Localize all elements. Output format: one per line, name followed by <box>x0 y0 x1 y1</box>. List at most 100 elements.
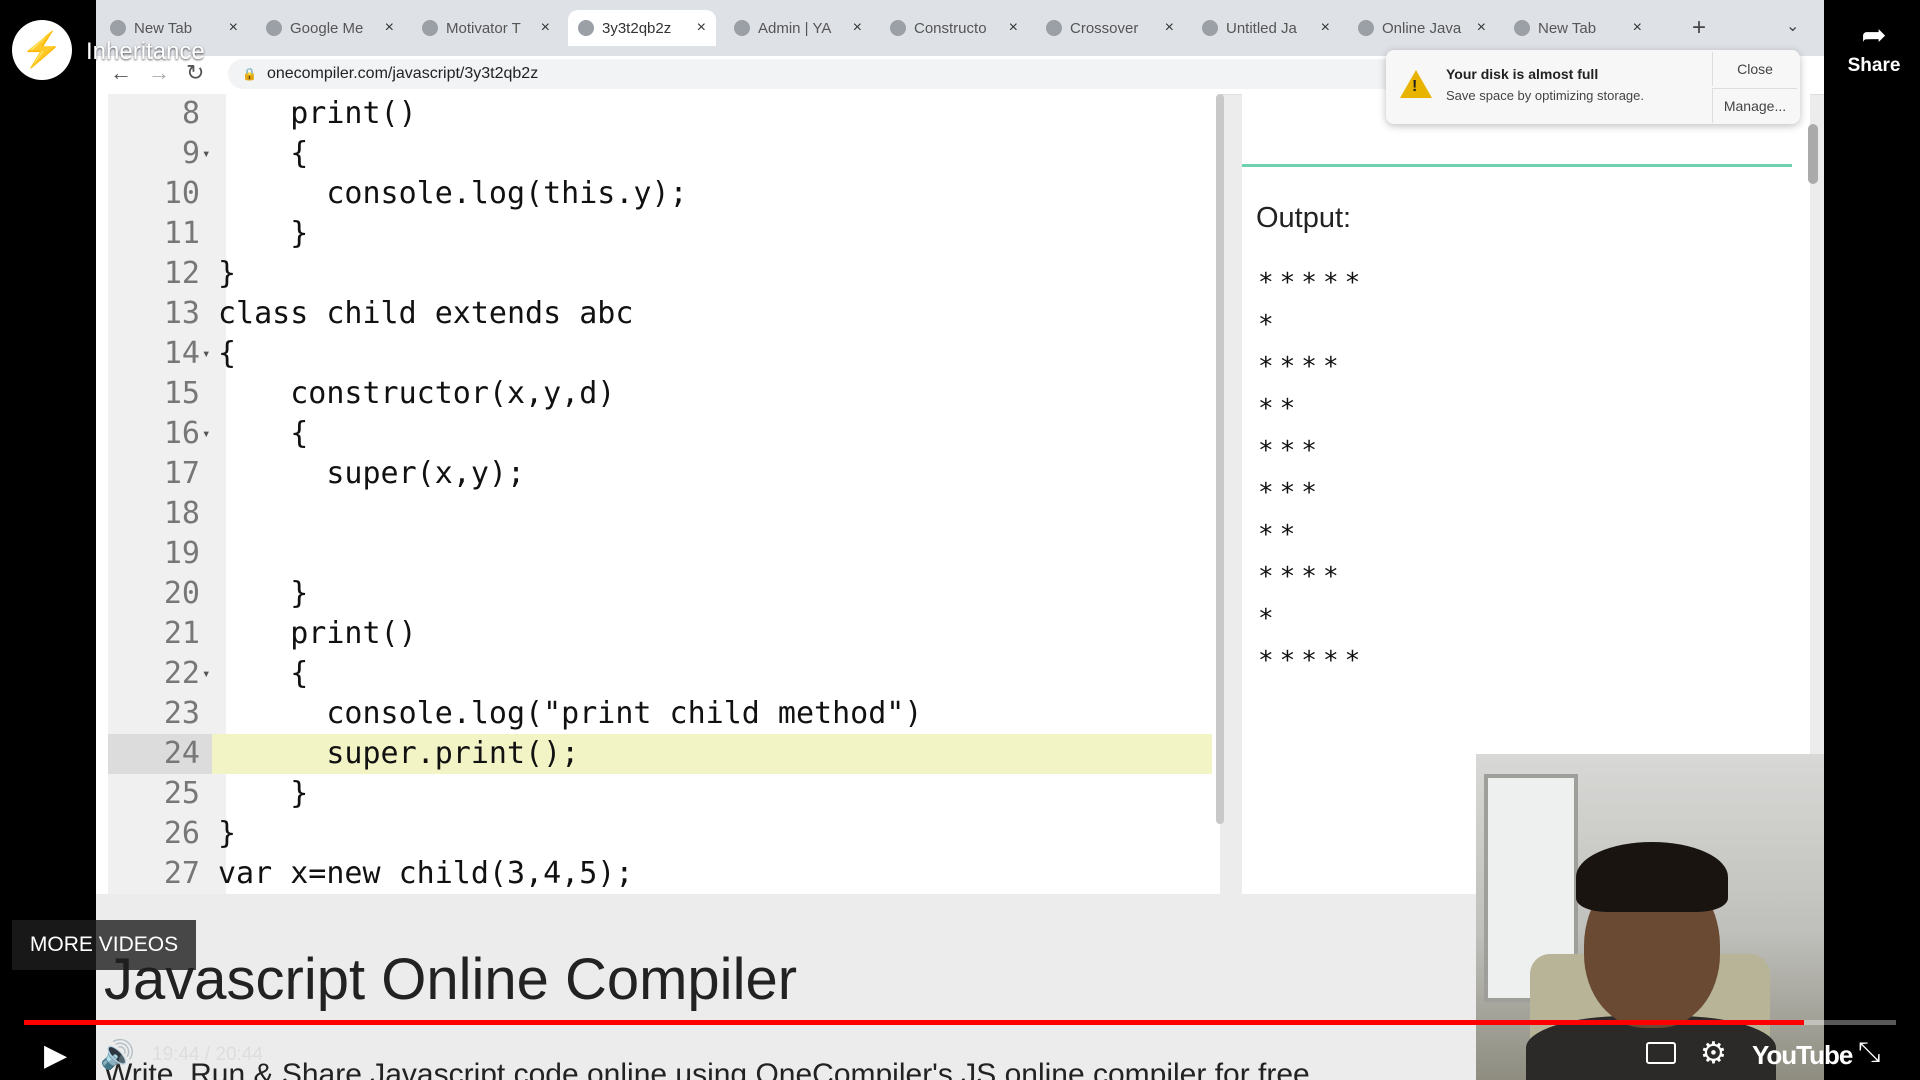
line-number: 23 <box>163 696 200 731</box>
channel-avatar[interactable]: ⚡ <box>12 20 72 80</box>
disk-full-notification: ! Your disk is almost full Save space by… <box>1386 50 1800 124</box>
tab-favicon-icon <box>578 20 594 36</box>
line-number: 10 <box>163 176 200 211</box>
tab-close-icon[interactable]: × <box>1165 19 1174 37</box>
tab-label: New Tab <box>134 19 193 37</box>
code-line[interactable]: 23 console.log("print child method") <box>96 694 1220 734</box>
code-line[interactable]: 13 class child extends abc <box>96 294 1220 334</box>
browser-tab[interactable]: Google Me × <box>256 10 404 46</box>
browser-tab[interactable]: 3y3t2qb2z × <box>568 10 716 46</box>
code-text: super.print(); <box>218 736 580 771</box>
output-line: ** <box>1258 520 1302 550</box>
presenter-hair <box>1576 842 1728 912</box>
browser-tab[interactable]: Online Java × <box>1348 10 1496 46</box>
browser-tab[interactable]: Crossover × <box>1036 10 1184 46</box>
code-line[interactable]: 16 ▾ { <box>96 414 1220 454</box>
more-videos-button[interactable]: MORE VIDEOS <box>12 920 196 970</box>
code-text: { <box>218 136 309 171</box>
settings-gear-icon[interactable]: ⚙ <box>1700 1036 1727 1071</box>
page-heading: Javascript Online Compiler <box>104 947 798 1012</box>
line-number: 22 <box>163 656 200 691</box>
subtitles-icon[interactable] <box>1646 1042 1676 1064</box>
notification-close-button[interactable]: Close <box>1712 52 1797 86</box>
tab-close-icon[interactable]: × <box>229 19 238 37</box>
share-arrow-icon: ➦ <box>1861 19 1887 52</box>
code-line[interactable]: 24 super.print(); <box>96 734 1220 774</box>
browser-tab-strip: + ⌄ New Tab × Google Me × Motivator T × 3y3t2q… <box>96 0 1824 56</box>
volume-icon[interactable]: 🔊 <box>100 1038 135 1071</box>
code-text: } <box>218 816 237 851</box>
code-text: print() <box>218 616 417 651</box>
code-line[interactable]: 17 super(x,y); <box>96 454 1220 494</box>
code-line[interactable]: 8 print() <box>96 94 1220 134</box>
code-line[interactable]: 21 print() <box>96 614 1220 654</box>
play-icon[interactable]: ▶ <box>44 1038 67 1073</box>
line-number: 11 <box>163 216 200 251</box>
code-editor[interactable]: 8 print() 9 ▾ {10 console.log(this.y); 11 }… <box>96 94 1220 894</box>
line-number: 17 <box>163 456 200 491</box>
exit-fullscreen-icon[interactable]: ⤡ <box>1858 1036 1880 1069</box>
code-line[interactable]: 10 console.log(this.y); <box>96 174 1220 214</box>
youtube-logo[interactable]: YouTube <box>1752 1040 1853 1071</box>
code-line[interactable]: 12} <box>96 254 1220 294</box>
video-title[interactable]: Inheritance <box>86 38 205 66</box>
tab-close-icon[interactable]: × <box>1321 19 1330 37</box>
fold-arrow-icon[interactable]: ▾ <box>202 414 210 454</box>
tab-close-icon[interactable]: × <box>1009 19 1018 37</box>
lightning-icon: ⚡ <box>20 31 64 69</box>
tab-close-icon[interactable]: × <box>697 19 706 37</box>
tab-label: Admin | YA <box>758 19 832 37</box>
line-number: 14 <box>163 336 200 371</box>
line-number: 25 <box>163 776 200 811</box>
tab-label: Constructo <box>914 19 987 37</box>
output-divider <box>1242 164 1792 167</box>
fold-arrow-icon[interactable]: ▾ <box>202 654 210 694</box>
code-line[interactable]: 9 ▾ { <box>96 134 1220 174</box>
code-text: } <box>218 216 309 251</box>
tab-favicon-icon <box>266 20 282 36</box>
output-line: ***** <box>1258 268 1367 298</box>
editor-scrollbar[interactable] <box>1216 94 1224 824</box>
progress-bar[interactable] <box>24 1020 1896 1025</box>
code-line[interactable]: 25 } <box>96 774 1220 814</box>
code-line[interactable]: 19 <box>96 534 1220 574</box>
fold-arrow-icon[interactable]: ▾ <box>202 134 210 174</box>
code-line[interactable]: 15 constructor(x,y,d) <box>96 374 1220 414</box>
tab-close-icon[interactable]: × <box>541 19 550 37</box>
code-line[interactable]: 14 ▾{ <box>96 334 1220 374</box>
browser-tab[interactable]: Untitled Ja × <box>1192 10 1340 46</box>
share-button[interactable]: ➦ Share <box>1834 18 1914 77</box>
code-line[interactable]: 26} <box>96 814 1220 854</box>
output-line: * <box>1258 310 1280 340</box>
code-text: constructor(x,y,d) <box>218 376 616 411</box>
url-field[interactable]: 🔒 onecompiler.com/javascript/3y3t2qb2z <box>228 59 1488 89</box>
share-label: Share <box>1847 55 1901 76</box>
tab-close-icon[interactable]: × <box>1477 19 1486 37</box>
code-line[interactable]: 20 } <box>96 574 1220 614</box>
new-tab-button[interactable]: + <box>1692 14 1706 42</box>
output-line: ** <box>1258 394 1302 424</box>
browser-tab[interactable]: Constructo × <box>880 10 1028 46</box>
code-line[interactable]: 18 <box>96 494 1220 534</box>
fold-arrow-icon[interactable]: ▾ <box>202 334 210 374</box>
notification-manage-button[interactable]: Manage... <box>1712 88 1797 123</box>
browser-tab[interactable]: Admin | YA × <box>724 10 872 46</box>
code-line[interactable]: 27 var x=new child(3,4,5); <box>96 854 1220 894</box>
tab-favicon-icon <box>110 20 126 36</box>
code-line[interactable]: 11 } <box>96 214 1220 254</box>
tab-favicon-icon <box>422 20 438 36</box>
line-number: 16 <box>163 416 200 451</box>
tab-search-chevron-icon[interactable]: ⌄ <box>1786 16 1799 36</box>
output-line: **** <box>1258 352 1345 382</box>
browser-tab[interactable]: Motivator T × <box>412 10 560 46</box>
code-text: { <box>218 416 309 451</box>
tab-close-icon[interactable]: × <box>853 19 862 37</box>
output-scrollbar[interactable] <box>1808 124 1818 184</box>
tab-close-icon[interactable]: × <box>385 19 394 37</box>
line-number: 26 <box>163 816 200 851</box>
notification-title: Your disk is almost full <box>1446 66 1599 82</box>
code-line[interactable]: 22 ▾ { <box>96 654 1220 694</box>
browser-tab[interactable]: New Tab × <box>1504 10 1652 46</box>
tab-close-icon[interactable]: × <box>1633 19 1642 37</box>
player-controls: ▶ 🔊 19:44 / 20:44 ⚙ YouTube ⤡ <box>0 1030 1920 1080</box>
